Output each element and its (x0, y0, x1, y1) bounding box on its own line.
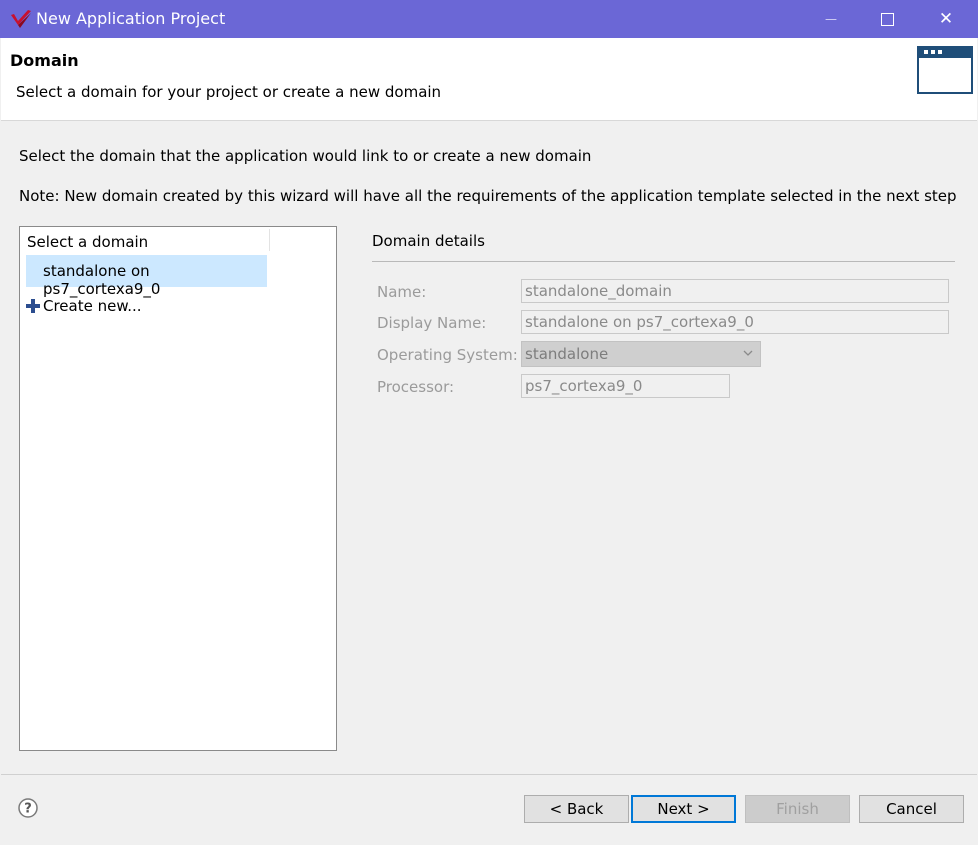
plus-icon (26, 299, 40, 313)
processor-field: ps7_cortexa9_0 (521, 374, 730, 398)
domain-item-standalone[interactable]: standalone on ps7_cortexa9_0 (26, 255, 267, 298)
domain-tree[interactable]: Select a domain standalone on ps7_cortex… (19, 226, 337, 751)
name-field: standalone_domain (521, 279, 949, 303)
create-new-label: Create new... (43, 297, 142, 315)
close-icon: ✕ (938, 9, 954, 29)
page-subtitle: Select a domain for your project or crea… (16, 83, 442, 101)
chevron-down-icon (743, 350, 753, 356)
domain-item-label: standalone on ps7_cortexa9_0 (43, 262, 161, 298)
wizard-banner-icon (917, 46, 973, 94)
note-text: Note: New domain created by this wizard … (19, 187, 957, 205)
help-icon[interactable]: ? (18, 798, 38, 818)
finish-button[interactable]: Finish (745, 795, 850, 823)
page-title: Domain (10, 51, 79, 70)
os-select: standalone (521, 341, 761, 367)
column-divider (269, 229, 270, 251)
name-label: Name: (377, 283, 427, 301)
instruction-text: Select the domain that the application w… (19, 147, 592, 165)
app-logo-icon (11, 10, 31, 28)
title-bar: New Application Project — ✕ (0, 0, 978, 38)
os-select-value: standalone (525, 345, 609, 363)
next-button[interactable]: Next > (631, 795, 736, 823)
create-new-domain[interactable]: Create new... (25, 297, 142, 315)
display-name-field: standalone on ps7_cortexa9_0 (521, 310, 949, 334)
maximize-icon (880, 12, 894, 26)
cancel-button[interactable]: Cancel (859, 795, 964, 823)
domain-details-title: Domain details (372, 232, 485, 250)
processor-label: Processor: (377, 378, 455, 396)
window-title: New Application Project (36, 9, 226, 28)
back-button[interactable]: < Back (524, 795, 629, 823)
tree-column-header: Select a domain (27, 233, 149, 251)
footer-divider (1, 774, 977, 775)
maximize-button[interactable] (864, 6, 910, 32)
close-button[interactable]: ✕ (923, 6, 969, 32)
wizard-header: Domain Select a domain for your project … (1, 38, 977, 121)
minimize-button[interactable]: — (808, 6, 854, 32)
minimize-icon: — (825, 12, 837, 26)
svg-text:?: ? (24, 802, 32, 817)
os-label: Operating System: (377, 346, 518, 364)
details-divider (372, 261, 955, 262)
display-name-label: Display Name: (377, 314, 487, 332)
